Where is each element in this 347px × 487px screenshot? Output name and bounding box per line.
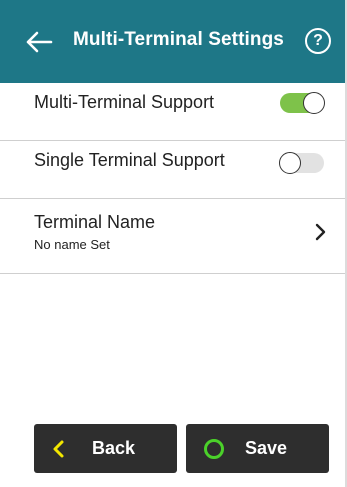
back-button[interactable]: Back [34,424,177,473]
chevron-left-icon [51,439,65,459]
back-arrow-icon[interactable] [22,26,56,58]
setting-row-multi-terminal: Multi-Terminal Support [0,83,345,141]
back-button-label: Back [92,438,136,458]
app-header: Multi-Terminal Settings ? [0,0,345,83]
setting-row-single-terminal: Single Terminal Support [0,141,345,199]
chevron-right-icon [313,222,327,242]
setting-label: Single Terminal Support [34,150,225,170]
screen: Multi-Terminal Settings ? Multi-Terminal… [0,0,347,487]
toggle-knob [303,92,325,114]
single-terminal-toggle[interactable] [279,152,324,174]
help-label: ? [313,32,323,49]
terminal-name-value: No name Set [34,237,110,252]
save-button[interactable]: Save [186,424,329,473]
help-icon[interactable]: ? [305,28,331,54]
terminal-name-row[interactable]: Terminal Name No name Set [0,199,345,274]
toggle-knob [279,152,301,174]
circle-icon [203,438,225,460]
multi-terminal-toggle[interactable] [280,92,325,114]
page-title: Multi-Terminal Settings [73,29,284,50]
setting-label: Multi-Terminal Support [34,92,215,112]
terminal-name-label: Terminal Name [34,212,156,232]
save-button-label: Save [245,438,288,458]
